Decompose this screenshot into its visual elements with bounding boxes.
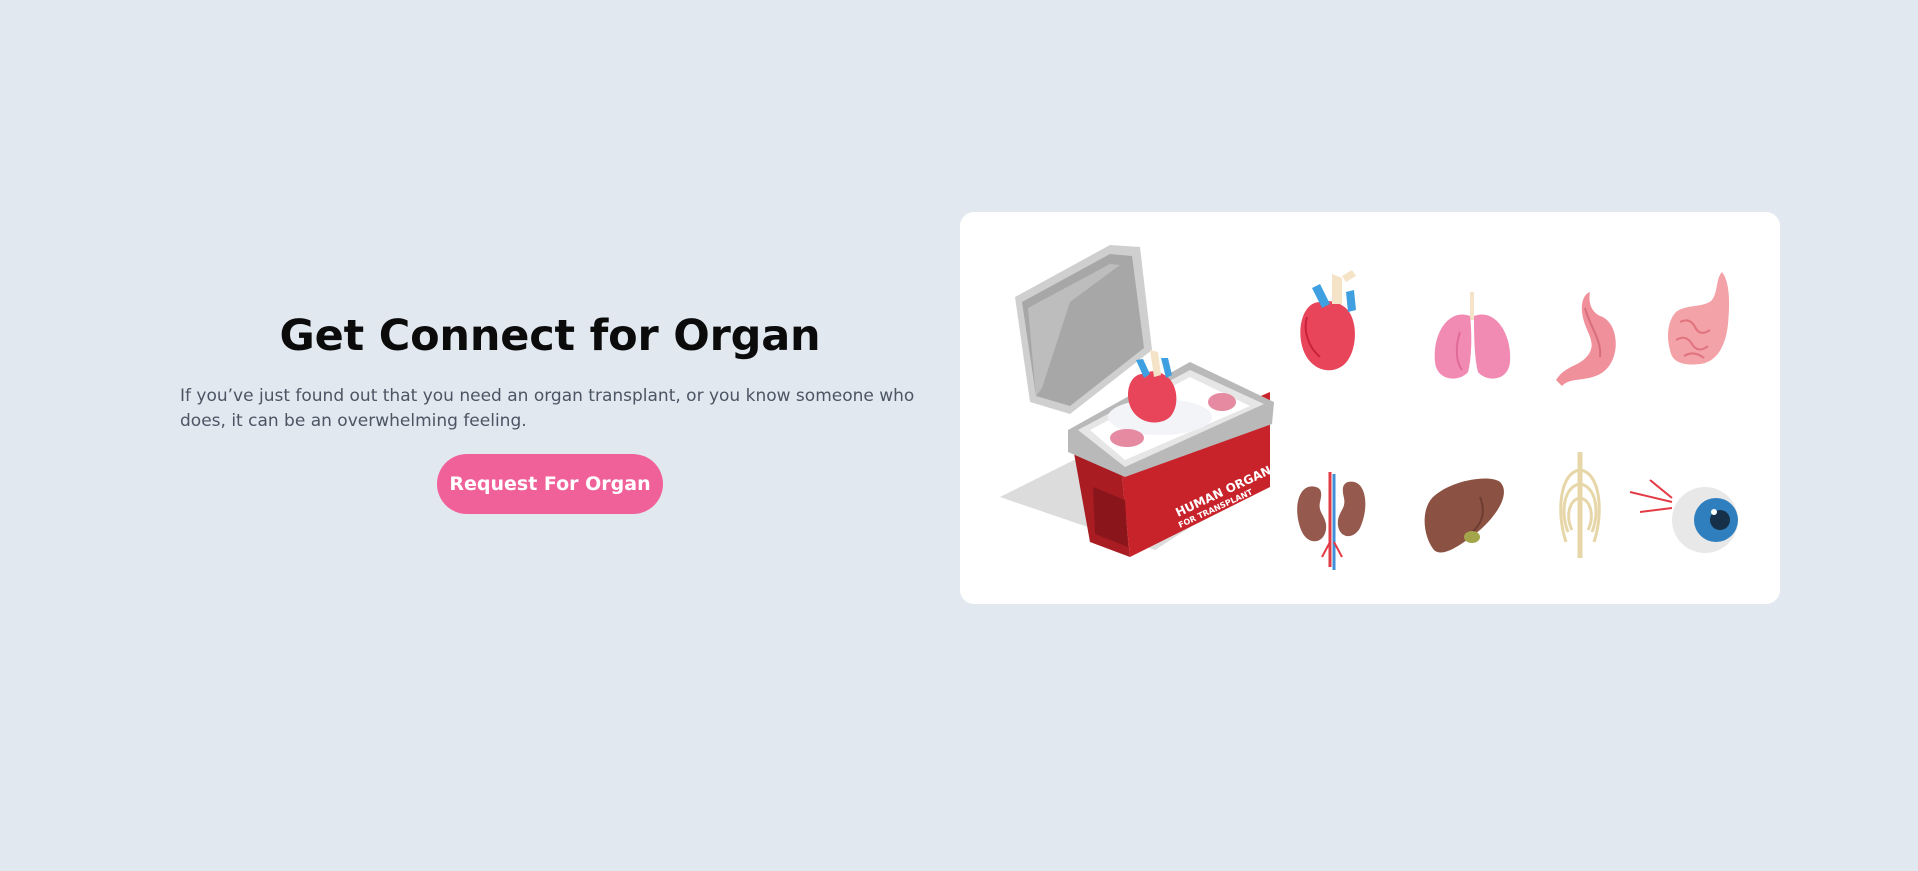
heart-icon	[1300, 270, 1356, 371]
intestine-icon	[1668, 272, 1730, 365]
ribcage-icon	[1559, 452, 1601, 558]
stomach-icon	[1556, 292, 1616, 386]
request-organ-button[interactable]: Request For Organ	[437, 454, 663, 514]
hero-description: If you’ve just found out that you need a…	[180, 386, 915, 431]
organ-cooler-box-icon: HUMAN ORGAN FOR TRANSPLANT	[1000, 245, 1274, 557]
page-title: Get Connect for Organ	[279, 311, 821, 361]
eye-icon	[1629, 479, 1738, 553]
liver-icon	[1424, 478, 1504, 553]
lungs-icon	[1434, 292, 1511, 379]
hero-section: Get Connect for Organ If you’ve just fou…	[0, 0, 1918, 871]
illustration-card: HUMAN ORGAN FOR TRANSPLANT	[960, 212, 1780, 604]
organ-transplant-illustration: HUMAN ORGAN FOR TRANSPLANT	[1000, 245, 1738, 570]
kidneys-icon	[1297, 472, 1366, 570]
hero-copy: Get Connect for Organ If you’ve just fou…	[180, 306, 920, 514]
